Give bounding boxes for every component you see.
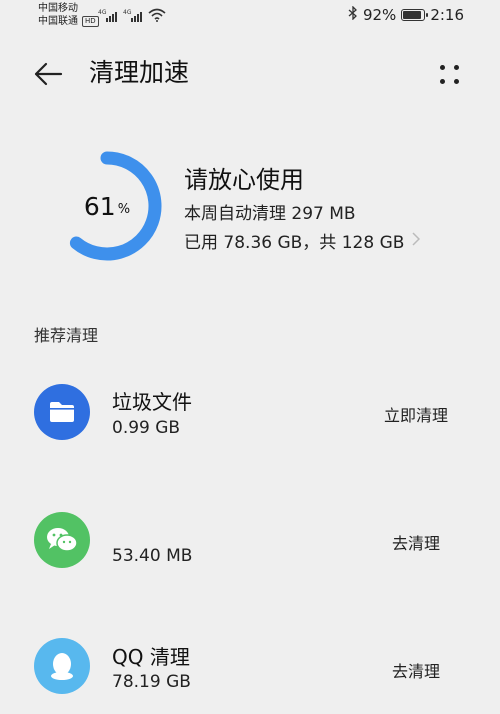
- go-clean-button[interactable]: 去清理: [392, 530, 440, 554]
- storage-percent: 61 %: [52, 146, 162, 266]
- carrier-name-2: 中国联通: [38, 16, 78, 27]
- battery-fill: [403, 11, 421, 19]
- storage-used-text: 已用 78.36 GB，共 128 GB: [184, 233, 405, 253]
- arrow-left-icon: [34, 62, 63, 86]
- list-item[interactable]: 垃圾文件 0.99 GB 立即清理: [0, 370, 500, 460]
- list-item[interactable]: 53.40 MB 去清理: [0, 496, 500, 586]
- more-options-button[interactable]: [432, 56, 468, 92]
- dot: [454, 65, 459, 70]
- item-name: 垃圾文件: [112, 390, 192, 414]
- item-size: 53.40 MB: [112, 546, 193, 566]
- network-type-1: 4G: [98, 9, 107, 16]
- clock: 2:16: [430, 6, 464, 24]
- status-bar: 中国移动 中国联通 HD 4G 4G 92% 2:16: [0, 0, 500, 34]
- battery-icon: [401, 9, 429, 21]
- folder-icon: [34, 384, 90, 440]
- storage-status-title: 请放心使用: [184, 166, 304, 194]
- battery-percent: 92%: [362, 6, 397, 24]
- list-item[interactable]: QQ 清理 78.19 GB 去清理: [0, 624, 500, 714]
- item-size: 0.99 GB: [112, 418, 181, 438]
- item-size: 78.19 GB: [112, 672, 191, 692]
- carrier-name-1: 中国移动: [38, 3, 78, 14]
- qq-icon: [34, 638, 90, 694]
- go-clean-button[interactable]: 去清理: [392, 658, 440, 682]
- status-right: 92% 2:16: [348, 5, 464, 24]
- wifi-icon: [148, 8, 166, 22]
- page-title: 清理加速: [89, 58, 190, 87]
- dot: [440, 65, 445, 70]
- network-type-2: 4G: [123, 9, 132, 16]
- hd-badge: HD: [82, 16, 99, 27]
- storage-percent-sign: %: [117, 201, 131, 217]
- item-name: QQ 清理: [112, 645, 190, 669]
- bluetooth-icon: [348, 5, 358, 24]
- dot: [454, 79, 459, 84]
- section-title: 推荐清理: [34, 326, 99, 345]
- signal-icon: 4G: [98, 9, 117, 22]
- signal-icon: 4G: [123, 9, 142, 22]
- weekly-cleaned-text: 本周自动清理 297 MB: [184, 204, 356, 224]
- clean-now-button[interactable]: 立即清理: [384, 402, 448, 426]
- carrier-info: 中国移动 中国联通 HD: [38, 2, 99, 28]
- storage-used-link[interactable]: 已用 78.36 GB，共 128 GB: [184, 228, 421, 253]
- storage-ring: 61 %: [52, 146, 162, 266]
- storage-percent-number: 61: [83, 191, 116, 221]
- signal-indicators: 4G 4G: [98, 8, 166, 22]
- dot: [440, 79, 445, 84]
- back-button[interactable]: [28, 56, 68, 92]
- chevron-right-icon: [412, 231, 421, 251]
- wechat-icon: [34, 512, 90, 568]
